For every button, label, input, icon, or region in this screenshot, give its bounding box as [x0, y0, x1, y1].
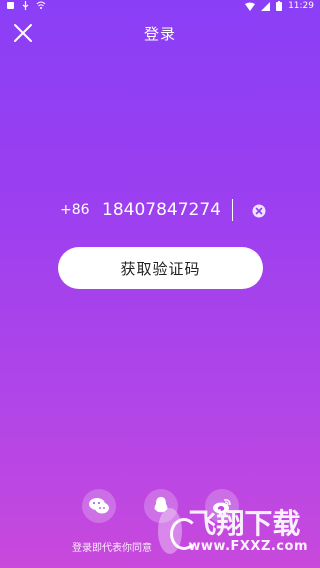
cellular-signal-icon: [261, 1, 271, 11]
status-right: 11:29: [245, 1, 314, 11]
country-code[interactable]: +86: [60, 202, 90, 218]
phone-input[interactable]: [102, 196, 252, 224]
agreement-text: 登录即代表你同意: [72, 543, 152, 554]
status-bar: 11:29: [0, 0, 320, 14]
watermark: 飞翔下载 www.FXXZ.com: [158, 496, 308, 566]
text-caret: [232, 199, 233, 221]
top-bar: 登录: [0, 16, 320, 50]
status-left: [6, 1, 46, 10]
page-title: 登录: [143, 25, 176, 43]
phone-row: +86: [56, 196, 271, 226]
notification-icon: [7, 2, 14, 9]
status-time: 11:29: [288, 1, 314, 11]
clear-circle-icon: [252, 204, 266, 218]
watermark-url: www.FXXZ.com: [188, 538, 308, 554]
wifi-signal-icon: [245, 2, 256, 11]
watermark-brand: 飞翔下载: [188, 506, 301, 540]
usb-icon: [22, 1, 29, 10]
watermark-logo-icon: [158, 508, 199, 554]
get-verification-code-button[interactable]: 获取验证码: [58, 247, 263, 289]
wechat-login-button[interactable]: [82, 489, 116, 523]
watermark-text: 飞翔下载 www.FXXZ.com: [188, 506, 308, 554]
wifi-icon: [36, 1, 46, 9]
battery-icon: [276, 1, 283, 11]
wechat-icon: [89, 498, 109, 514]
clear-button[interactable]: [252, 203, 266, 218]
